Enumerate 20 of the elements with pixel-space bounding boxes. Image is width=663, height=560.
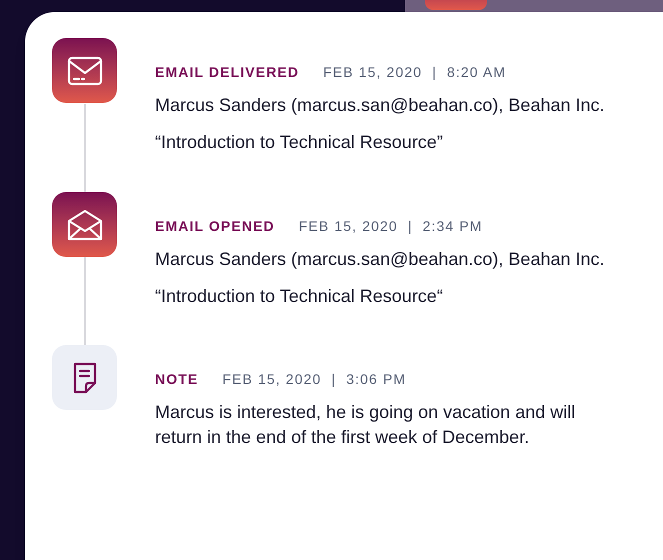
note-icon [72, 362, 98, 394]
open-envelope-icon [66, 208, 102, 240]
event-text: “Introduction to Technical Resource“ [155, 285, 444, 308]
event-type: EMAIL DELIVERED [155, 63, 300, 82]
event-time: 2:34 PM [422, 217, 483, 236]
event-date: FEB 15, 2020 [298, 217, 398, 236]
separator: | [432, 63, 437, 82]
event-time: 8:20 AM [446, 63, 506, 82]
separator: | [408, 217, 413, 236]
event-time: 3:06 PM [346, 370, 406, 389]
event-text: Marcus is interested, he is going on vacation and will return in the end of the first week of December. [155, 401, 576, 449]
event-type: EMAIL OPENED [155, 217, 275, 236]
separator: | [331, 370, 336, 389]
envelope-icon [66, 56, 102, 86]
event-text: Marcus Sanders (marcus.san@beahan.co), Beahan Inc. [155, 94, 606, 117]
event-text: “Introduction to Technical Resource” [155, 131, 444, 154]
event-type: NOTE [155, 370, 198, 389]
event-date: FEB 15, 2020 [222, 370, 322, 389]
event-text: Marcus Sanders (marcus.san@beahan.co), Beahan Inc. [155, 248, 606, 271]
event-date: FEB 15, 2020 [323, 63, 422, 82]
